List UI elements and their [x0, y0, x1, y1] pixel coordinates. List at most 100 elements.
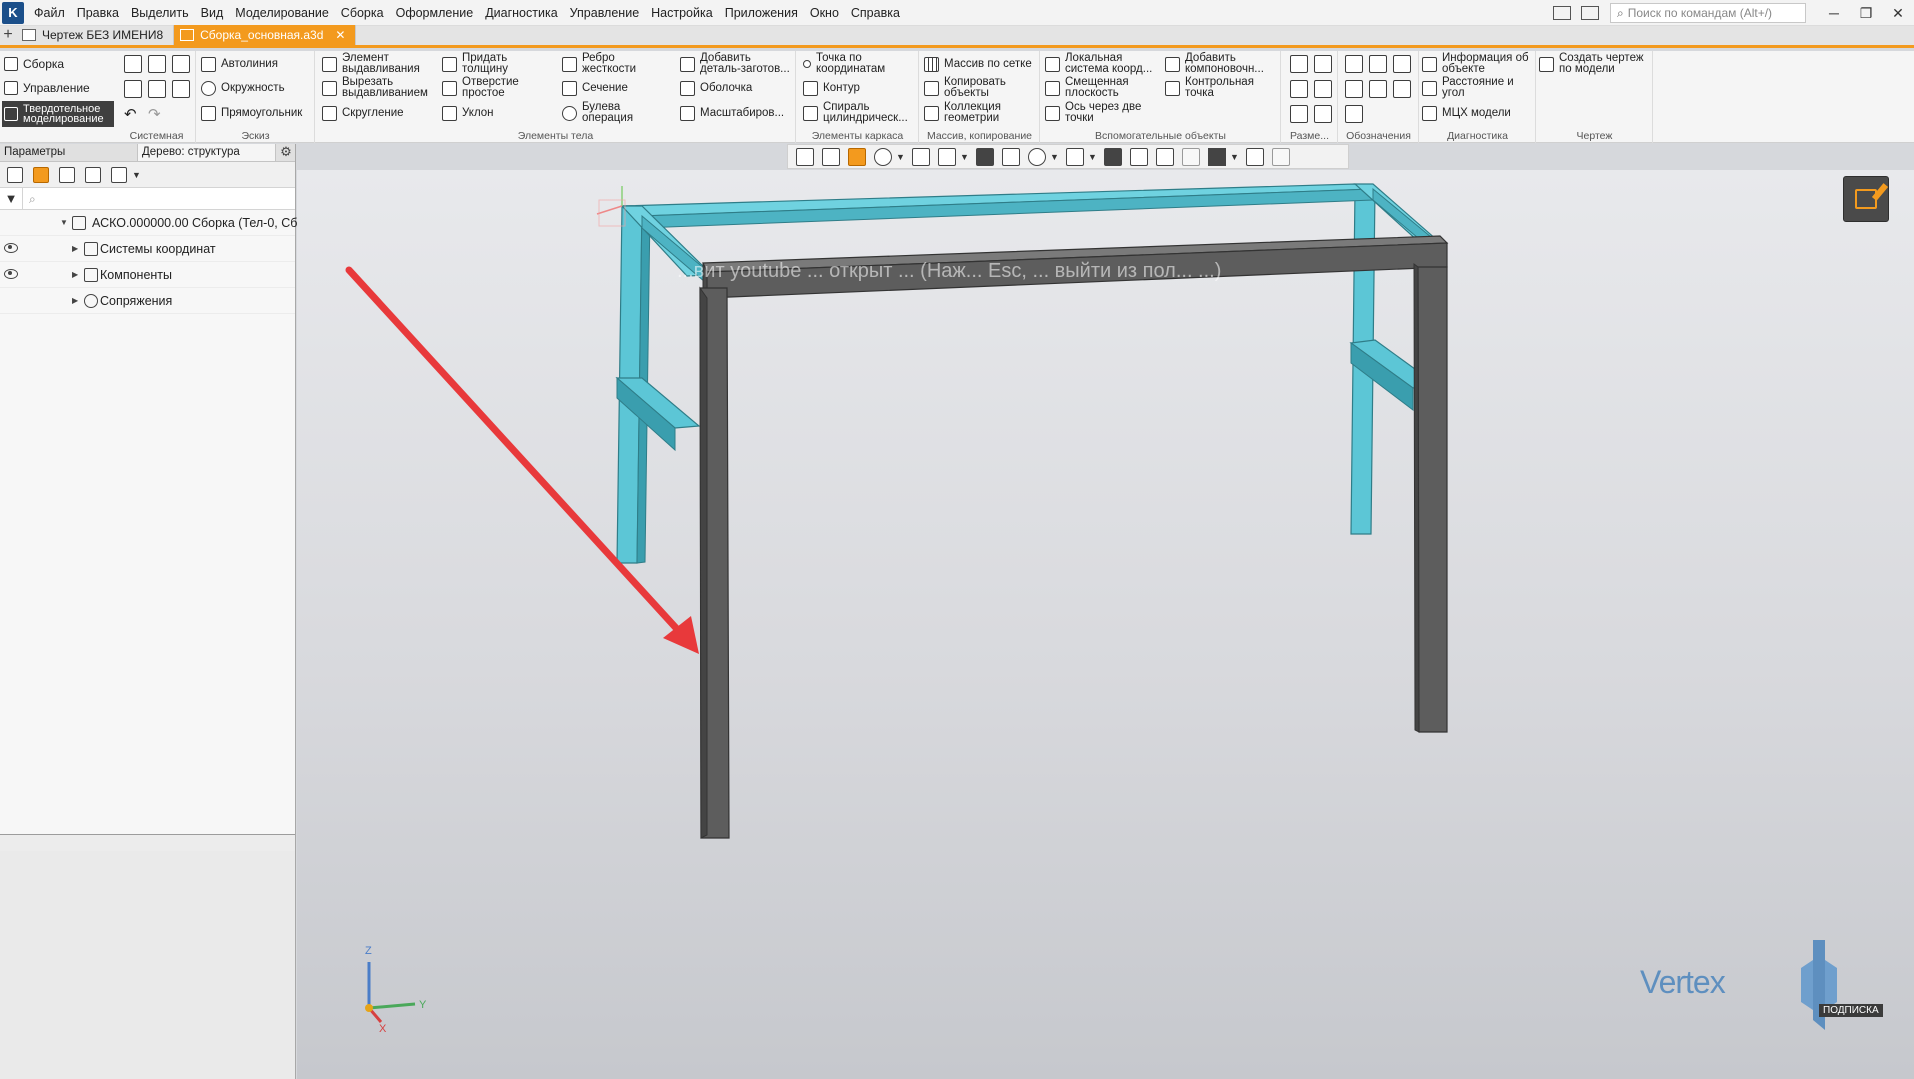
menu-management[interactable]: Управление: [564, 0, 646, 26]
offset-plane-button[interactable]: Смещенная плоскость: [1045, 76, 1145, 99]
marking-icon[interactable]: [1345, 105, 1363, 123]
command-search-input[interactable]: ⌕ Поиск по командам (Alt+/): [1610, 3, 1806, 23]
expand-caret-icon[interactable]: ▶: [72, 296, 78, 305]
object-info-button[interactable]: Информация об объекте: [1422, 52, 1534, 75]
dimension-auto-icon[interactable]: [1290, 105, 1308, 123]
tree-row-mates[interactable]: ▶ Сопряжения: [0, 288, 295, 314]
restore-button[interactable]: ❐: [1850, 5, 1882, 22]
camera-icon[interactable]: [1066, 147, 1084, 166]
collapse-caret-icon[interactable]: ▼: [60, 218, 68, 227]
mode-management[interactable]: Управление: [2, 77, 114, 99]
menu-settings[interactable]: Настройка: [645, 0, 719, 26]
zoom-icon[interactable]: [874, 147, 892, 166]
edit-in-place-icon[interactable]: [848, 147, 866, 166]
history-view-icon[interactable]: [59, 166, 75, 183]
new-file-icon[interactable]: [124, 55, 142, 73]
properties-icon[interactable]: [1246, 147, 1264, 166]
geometry-collection-button[interactable]: Коллекция геометрии: [924, 101, 1014, 124]
hole-button[interactable]: Отверстие простое: [442, 76, 526, 99]
thicken-button[interactable]: Придать толщину: [442, 52, 526, 75]
menu-edit[interactable]: Правка: [71, 0, 125, 26]
copy-objects-button[interactable]: Копировать объекты: [924, 76, 1014, 99]
tree-view-icon[interactable]: [7, 166, 23, 183]
minimize-button[interactable]: ─: [1818, 5, 1850, 21]
redo-icon[interactable]: ↷: [148, 105, 166, 123]
circle-button[interactable]: Окружность: [201, 77, 285, 99]
chevron-down-icon[interactable]: ▼: [1088, 152, 1097, 162]
dimension-angle-icon[interactable]: [1290, 80, 1308, 98]
shaded-icon[interactable]: [976, 147, 994, 166]
menu-diagnostics[interactable]: Диагностика: [479, 0, 563, 26]
mass-properties-button[interactable]: МЦХ модели: [1422, 102, 1511, 124]
add-layout-button[interactable]: Добавить компоновочн...: [1165, 52, 1275, 75]
shell-button[interactable]: Оболочка: [680, 77, 752, 99]
position-icon[interactable]: [1393, 80, 1411, 98]
tab-parameters[interactable]: Параметры: [0, 144, 138, 161]
local-cs-button[interactable]: Локальная система коорд...: [1045, 52, 1161, 75]
menu-window[interactable]: Окно: [804, 0, 845, 26]
extrude-button[interactable]: Элемент выдавливания: [322, 52, 434, 75]
doc-tab-drawing[interactable]: Чертеж БЕЗ ИМЕНИ8: [16, 25, 175, 45]
axis-two-points-button[interactable]: Ось через две точки: [1045, 101, 1151, 124]
menu-view[interactable]: Вид: [195, 0, 230, 26]
expand-caret-icon[interactable]: ▶: [72, 244, 78, 253]
section-button[interactable]: Сечение: [562, 77, 628, 99]
undo-icon[interactable]: ↶: [124, 105, 142, 123]
gear-icon[interactable]: ⚙: [277, 144, 295, 161]
base-icon[interactable]: [1393, 55, 1411, 73]
menu-assembly[interactable]: Сборка: [335, 0, 390, 26]
preview-icon[interactable]: [148, 80, 166, 98]
rectangle-button[interactable]: Прямоугольник: [201, 102, 302, 124]
rotate-icon[interactable]: [912, 147, 930, 166]
open-file-icon[interactable]: [148, 55, 166, 73]
expand-caret-icon[interactable]: ▶: [72, 270, 78, 279]
mode-assembly[interactable]: Сборка: [2, 53, 114, 75]
chevron-down-icon[interactable]: ▼: [960, 152, 969, 162]
tab-tree-structure[interactable]: Дерево: структура: [138, 144, 276, 161]
fillet-button[interactable]: Скругление: [322, 102, 404, 124]
snap-icon[interactable]: [1104, 147, 1122, 166]
origin-icon[interactable]: [822, 147, 840, 166]
cut-extrude-button[interactable]: Вырезать выдавливанием: [322, 76, 434, 99]
eye-icon[interactable]: [4, 243, 18, 253]
wireframe-icon[interactable]: [1002, 147, 1020, 166]
orientation-icon[interactable]: [938, 147, 956, 166]
chevron-down-icon[interactable]: ▼: [896, 152, 905, 162]
section-view-icon[interactable]: [1130, 147, 1148, 166]
point-by-coords-button[interactable]: Точка по координатам: [803, 52, 906, 75]
edit-component-button[interactable]: [1843, 176, 1889, 222]
chevron-down-icon[interactable]: ▼: [132, 170, 141, 180]
tree-row-components[interactable]: ▶ Компоненты: [0, 262, 295, 288]
close-window-button[interactable]: ✕: [1882, 5, 1914, 22]
selection-filter-icon[interactable]: [1208, 147, 1226, 166]
dimension-diameter-icon[interactable]: [1314, 55, 1332, 73]
layout-split-icon[interactable]: [1581, 6, 1599, 20]
roughness-icon[interactable]: [1369, 55, 1387, 73]
eye-icon[interactable]: [4, 269, 18, 279]
table-frame-dark[interactable]: [699, 235, 1449, 839]
new-tab-button[interactable]: +: [0, 25, 16, 45]
grid-array-button[interactable]: Массив по сетке: [924, 53, 1032, 75]
autoline-button[interactable]: Автолиния: [201, 53, 278, 75]
boolean-button[interactable]: Булева операция: [562, 101, 646, 124]
dimension-radius-icon[interactable]: [1314, 80, 1332, 98]
contour-button[interactable]: Контур: [803, 77, 860, 99]
dimension-arc-icon[interactable]: [1314, 105, 1332, 123]
select-all-icon[interactable]: [796, 147, 814, 166]
tree-row-coordinate-systems[interactable]: ▶ Системы координат: [0, 236, 295, 262]
visibility-icon[interactable]: [1028, 147, 1046, 166]
perspective-icon[interactable]: [1182, 147, 1200, 166]
distance-angle-button[interactable]: Расстояние и угол: [1422, 76, 1522, 99]
doc-tab-assembly[interactable]: Сборка_основная.a3d ✕: [174, 25, 357, 45]
structure-view-icon[interactable]: [33, 166, 49, 183]
leader-icon[interactable]: [1345, 55, 1363, 73]
chevron-down-icon[interactable]: ▼: [1050, 152, 1059, 162]
add-blank-button[interactable]: Добавить деталь-заготов...: [680, 52, 794, 75]
control-point-button[interactable]: Контрольная точка: [1165, 76, 1265, 99]
close-tab-icon[interactable]: ✕: [335, 28, 345, 42]
draft-button[interactable]: Уклон: [442, 102, 494, 124]
menu-select[interactable]: Выделить: [125, 0, 195, 26]
filter-icon[interactable]: ▼: [0, 191, 22, 206]
tree-search-input[interactable]: ⌕: [22, 188, 295, 209]
tree-row-root[interactable]: ▼ АСКО.000000.00 Сборка (Тел-0, Сб: [0, 210, 297, 236]
